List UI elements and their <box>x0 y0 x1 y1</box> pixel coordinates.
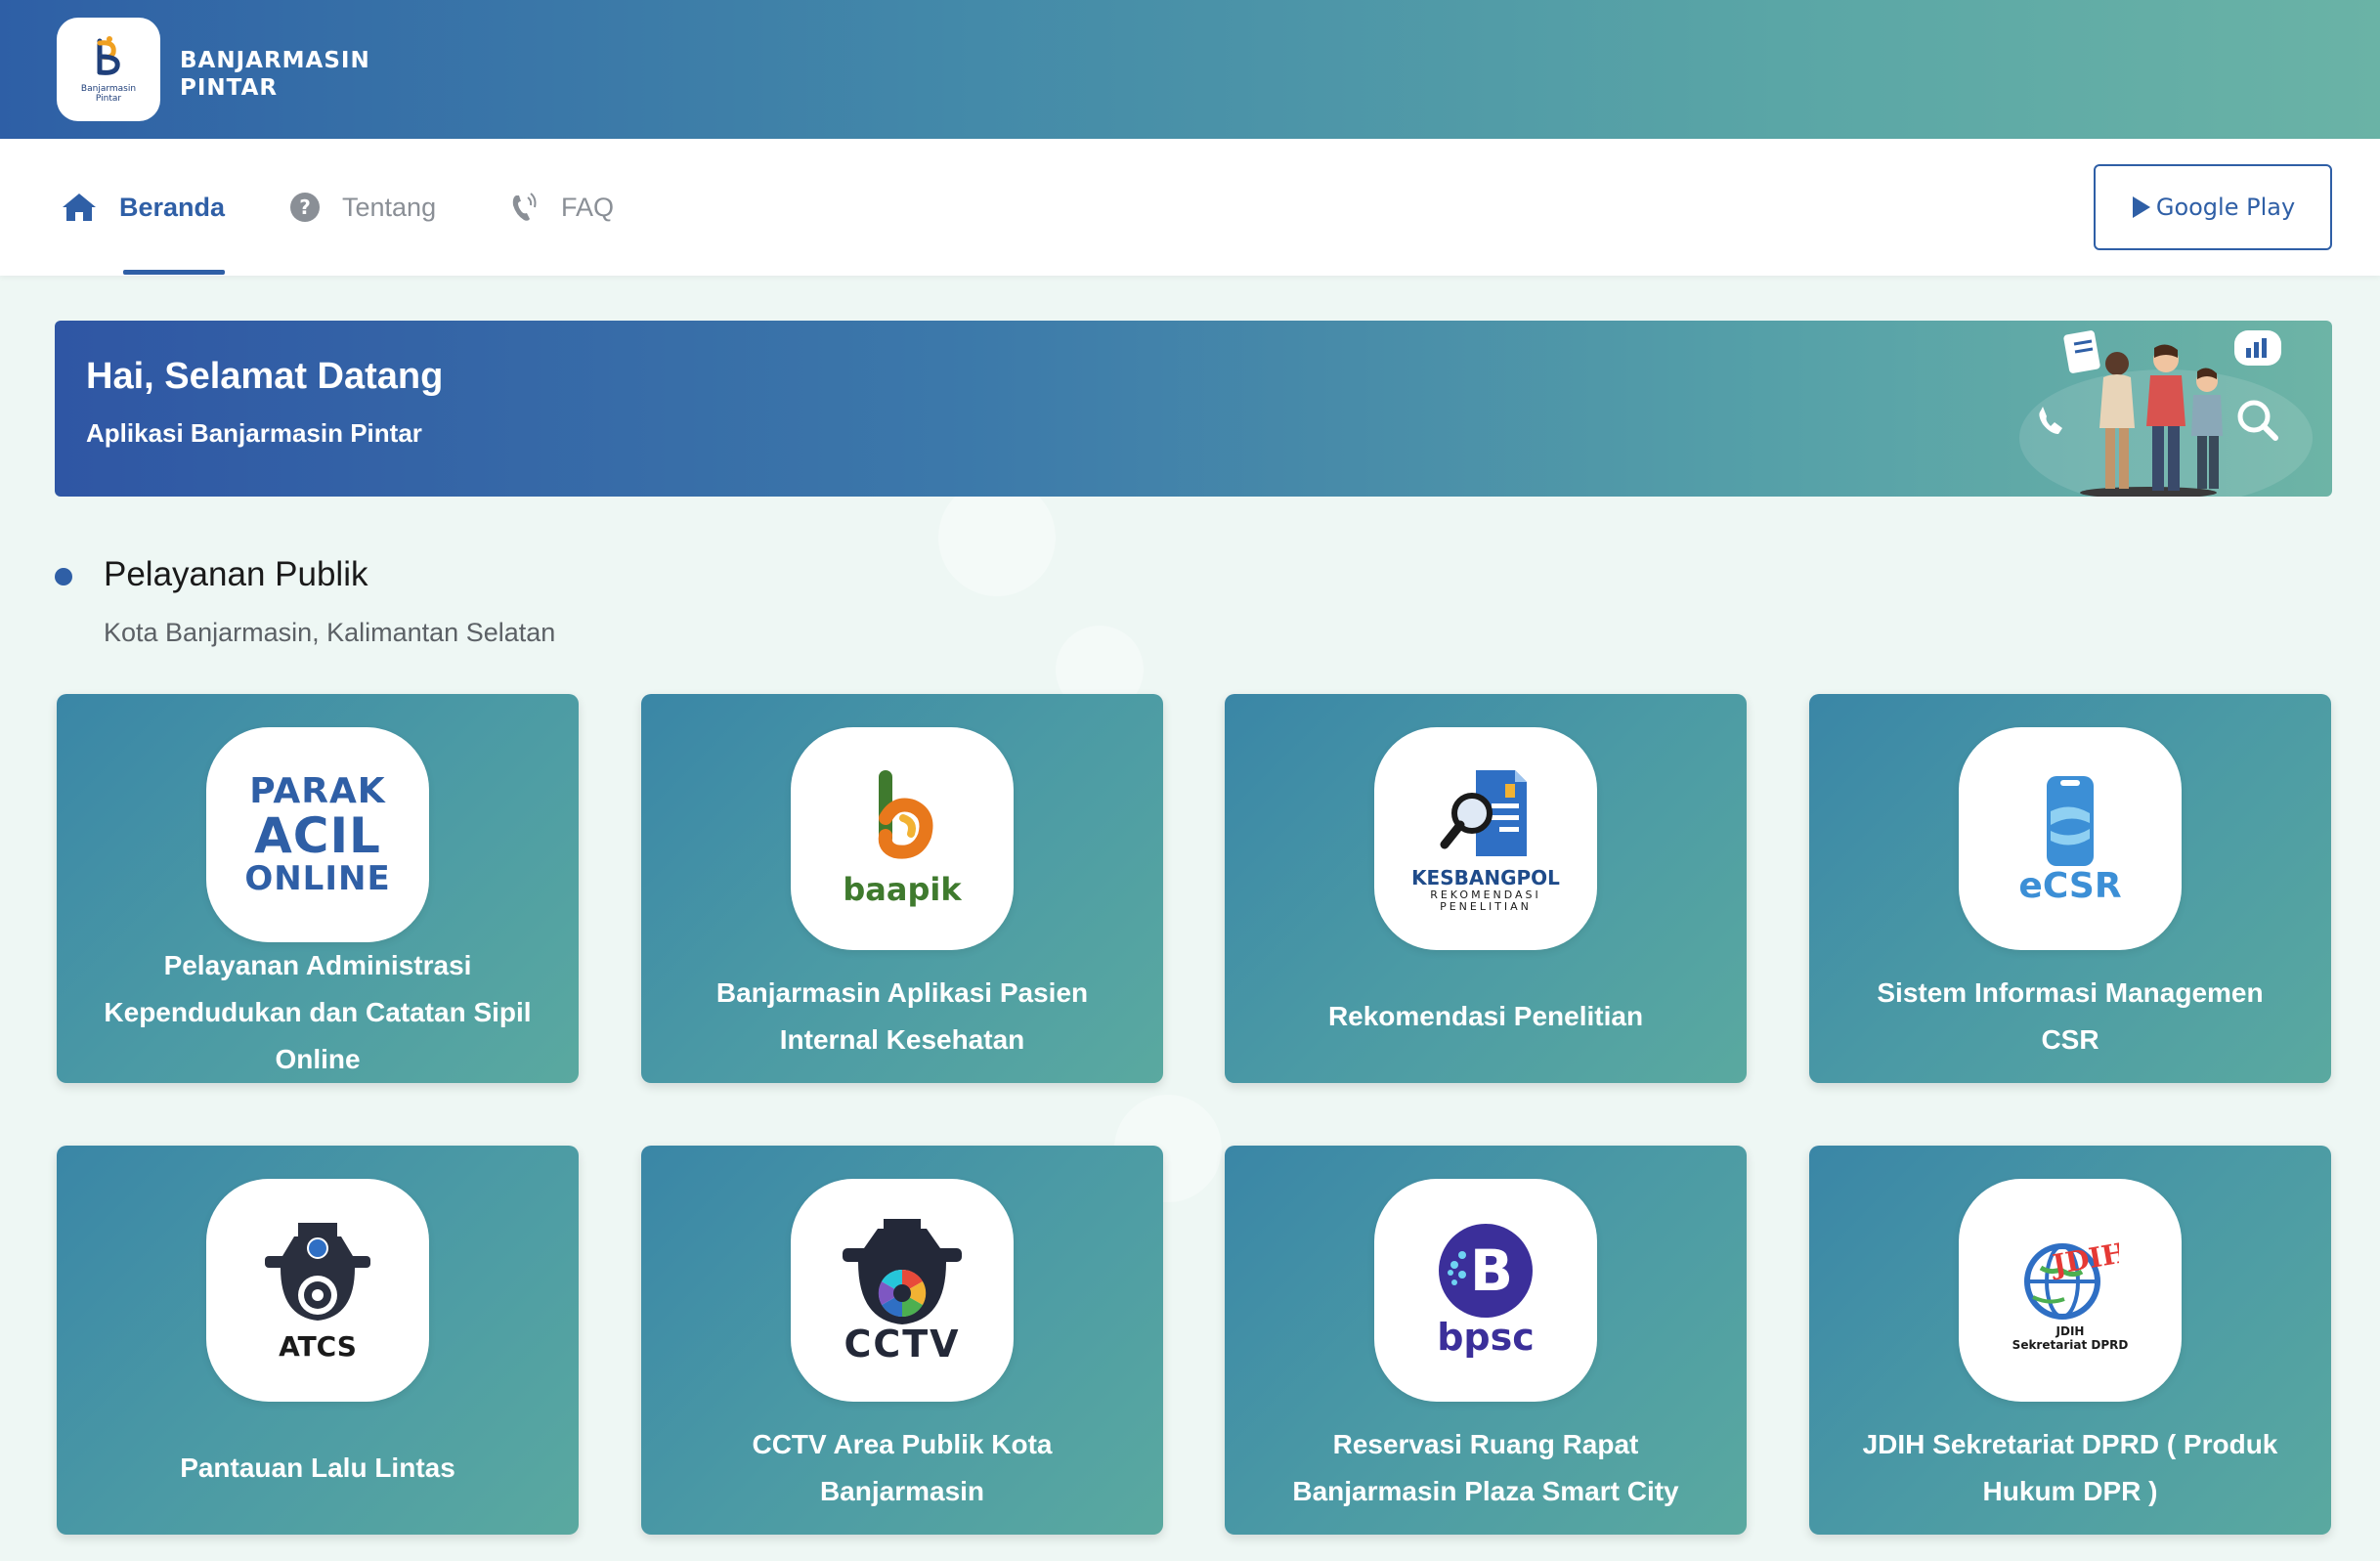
background-decoration <box>938 479 1056 596</box>
banjarmasin-pintar-logo-icon <box>97 36 120 75</box>
bpsc-b-icon: B <box>1439 1224 1533 1318</box>
kesbangpol-logo: KESBANGPOL REKOMENDASI PENELITIAN <box>1374 727 1597 950</box>
service-card-jdih[interactable]: JDIH JDIH Sekretariat DPRD JDIH Sekretar… <box>1809 1146 2331 1535</box>
nav-label: Beranda <box>119 192 226 222</box>
people-illustration <box>2019 330 2313 497</box>
navbar: Beranda ? Tentang FAQ Google Play <box>0 139 2380 276</box>
nav-item-faq[interactable]: FAQ <box>510 139 614 276</box>
google-play-icon <box>2131 195 2152 220</box>
baapik-logo: baapik <box>791 727 1014 950</box>
service-card-bpsc[interactable]: B bpsc Reservasi Ruang Rapat Banjarmasin… <box>1225 1146 1747 1535</box>
service-card-kesbangpol[interactable]: KESBANGPOL REKOMENDASI PENELITIAN Rekome… <box>1225 694 1747 1083</box>
ecsr-logo: eCSR <box>1959 727 2182 950</box>
question-circle-icon: ? <box>289 192 321 223</box>
brand-line-1: BANJARMASIN <box>180 48 370 73</box>
nav-label: Tentang <box>342 192 437 222</box>
traffic-camera-icon <box>265 1222 370 1321</box>
svg-text:B: B <box>1470 1237 1513 1304</box>
service-card-label: Sistem Informasi Managemen CSR <box>1877 977 2264 1055</box>
service-card-atcs[interactable]: ATCS Pantauan Lalu Lintas <box>57 1146 579 1535</box>
google-play-label: Google Play <box>2155 194 2296 221</box>
section-bullet <box>55 568 72 585</box>
jdih-globe-icon: JDIH <box>2024 1236 2119 1320</box>
nav-item-tentang[interactable]: ? Tentang <box>289 139 436 276</box>
service-card-cctv[interactable]: CCTV CCTV Area Publik Kota Banjarmasin <box>641 1146 1163 1535</box>
service-card-label: JDIH Sekretariat DPRD ( Produk Hukum DPR… <box>1862 1429 2278 1506</box>
service-card-label: Pelayanan Administrasi Kependudukan dan … <box>104 950 532 1074</box>
welcome-banner: Hai, Selamat Datang Aplikasi Banjarmasin… <box>55 321 2332 497</box>
google-play-button[interactable]: Google Play <box>2094 164 2332 250</box>
service-card-parak-acil[interactable]: PARAK ACIL ONLINE Pelayanan Administrasi… <box>57 694 579 1083</box>
brand-name: BANJARMASIN PINTAR <box>180 47 370 102</box>
cctv-camera-icon <box>843 1219 962 1324</box>
logo-caption: Banjarmasin Pintar <box>80 84 137 104</box>
baapik-b-icon <box>878 770 933 859</box>
banner-subtitle: Aplikasi Banjarmasin Pintar <box>86 418 422 448</box>
svg-text:JDIH: JDIH <box>2048 1236 2119 1281</box>
service-card-ecsr[interactable]: eCSR Sistem Informasi Managemen CSR <box>1809 694 2331 1083</box>
service-card-label: Banjarmasin Aplikasi Pasien Internal Kes… <box>715 977 1089 1055</box>
service-card-label: Reservasi Ruang Rapat Banjarmasin Plaza … <box>1292 1429 1679 1506</box>
brand-line-2: PINTAR <box>180 75 279 101</box>
atcs-logo: ATCS <box>206 1179 429 1402</box>
section-title: Pelayanan Publik <box>104 555 368 593</box>
service-card-label: CCTV Area Publik Kota Banjarmasin <box>752 1429 1053 1506</box>
nav-label: FAQ <box>561 192 615 222</box>
parak-acil-online-logo: PARAK ACIL ONLINE <box>206 727 429 942</box>
document-search-icon <box>1440 770 1527 856</box>
service-card-label: Rekomendasi Penelitian <box>1327 1001 1644 1031</box>
nav-item-beranda[interactable]: Beranda <box>61 139 225 276</box>
top-header: Banjarmasin Pintar BANJARMASIN PINTAR <box>0 0 2380 139</box>
active-tab-indicator <box>123 270 225 275</box>
app-logo[interactable]: Banjarmasin Pintar <box>57 18 160 121</box>
jdih-logo: JDIH JDIH Sekretariat DPRD <box>1959 1179 2182 1402</box>
ecsr-phone-hands-icon <box>2047 775 2094 866</box>
cctv-logo: CCTV <box>791 1179 1014 1402</box>
phone-volume-icon <box>510 192 540 223</box>
service-card-label: Pantauan Lalu Lintas <box>180 1453 455 1483</box>
section-subtitle: Kota Banjarmasin, Kalimantan Selatan <box>104 618 556 647</box>
bpsc-logo: B bpsc <box>1374 1179 1597 1402</box>
svg-text:?: ? <box>299 195 311 219</box>
banner-title: Hai, Selamat Datang <box>86 356 444 397</box>
service-card-baapik[interactable]: baapik Banjarmasin Aplikasi Pasien Inter… <box>641 694 1163 1083</box>
home-icon <box>61 192 98 223</box>
